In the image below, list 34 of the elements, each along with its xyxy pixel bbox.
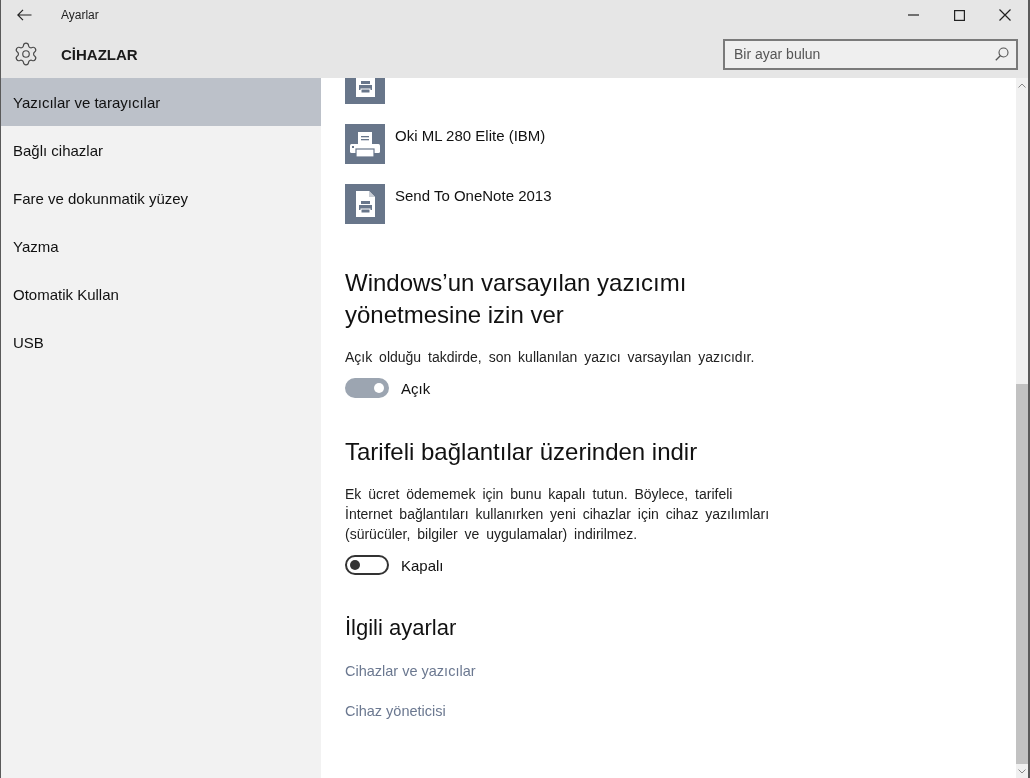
toggle-label: Kapalı xyxy=(401,556,444,574)
settings-link[interactable]: Cihazlar ve yazıcılar xyxy=(345,661,476,681)
section-title: CİHAZLAR xyxy=(61,45,138,63)
settings-link[interactable]: Cihaz yöneticisi xyxy=(345,701,446,721)
sidebar-item[interactable]: Yazma xyxy=(1,222,321,270)
related-heading: İlgili ayarlar xyxy=(345,614,457,642)
setting-heading: Tarifeli bağlantılar üzerinden indir xyxy=(345,437,698,467)
document-printer-icon xyxy=(345,184,385,224)
scrollbar-thumb[interactable] xyxy=(1016,384,1028,764)
sidebar-item[interactable]: Bağlı cihazlar xyxy=(1,126,321,174)
sidebar-item[interactable]: Fare ve dokunmatik yüzey xyxy=(1,174,321,222)
printer-name[interactable]: Oki ML 280 Elite (IBM) xyxy=(395,126,546,146)
toggle-switch[interactable] xyxy=(345,555,389,575)
scroll-down-icon[interactable] xyxy=(1018,769,1026,774)
settings-icon xyxy=(13,41,39,67)
printer-icon xyxy=(345,124,385,164)
setting-heading: Windows’un varsayılan yazıcımı yönetmesine izin ver xyxy=(345,268,688,330)
sidebar-item[interactable]: USB xyxy=(1,318,321,366)
toggle-label: Açık xyxy=(401,379,431,397)
search-icon[interactable] xyxy=(995,46,1009,61)
window-title: Ayarlar xyxy=(61,8,99,22)
minimize-icon xyxy=(907,14,919,16)
sidebar-item[interactable]: Yazıcılar ve tarayıcılar xyxy=(1,78,321,126)
back-arrow-icon xyxy=(16,9,32,21)
search-field[interactable]: Bir ayar bulun xyxy=(723,38,1018,70)
toggle-switch[interactable] xyxy=(345,378,389,398)
setting-description: Açık olduğu takdirde, son kullanılan yazıcı varsayılan yazıcıdır. xyxy=(345,348,755,367)
setting-description: Ek ücret ödememek için bunu kapalı tutun. Böylece, tarifeli İnternet bağlantıları kullanırken yeni cihazlar için cihaz yazılımları (sürücüler, bilgiler ve uygulamalar) indirilmez. xyxy=(345,485,771,544)
close-icon xyxy=(999,9,1011,21)
printer-name[interactable]: Send To OneNote 2013 xyxy=(395,186,552,206)
scroll-up-icon[interactable] xyxy=(1018,83,1026,88)
scrollbar-track[interactable] xyxy=(1016,78,1028,778)
sidebar-item[interactable]: Otomatik Kullan xyxy=(1,270,321,318)
maximize-icon xyxy=(953,9,965,21)
